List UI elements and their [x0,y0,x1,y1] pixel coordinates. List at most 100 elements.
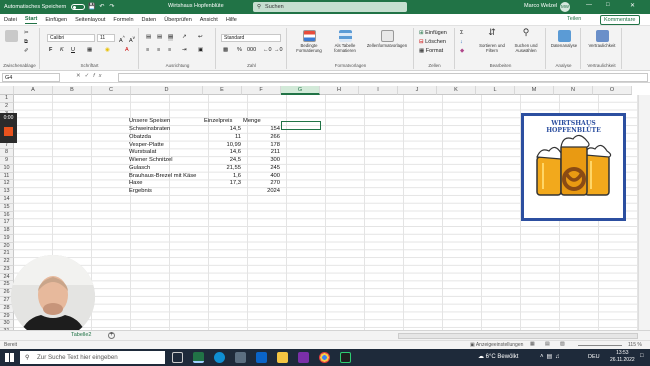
row-header-16[interactable]: 16 [0,211,14,220]
tab-1[interactable]: Start [24,16,38,24]
format-cells-button[interactable]: ▦ Format [419,48,443,55]
data-analysis-button[interactable]: Datenanalyse [548,30,580,48]
align-bottom-icon[interactable]: ▤ [168,34,174,41]
qty-cell[interactable]: 266 [242,134,280,142]
column-header-b[interactable]: B [53,86,92,95]
table-header-qty[interactable]: Menge [243,118,281,126]
row-header-12[interactable]: 12 [0,180,14,189]
currency-icon[interactable]: ▩ [223,47,228,54]
row-header-29[interactable]: 29 [0,312,14,321]
minimize-icon[interactable]: — [586,2,592,8]
tab-6[interactable]: Überprüfen [164,17,192,23]
thousands-icon[interactable]: 000 [247,47,256,54]
row-header-22[interactable]: 22 [0,258,14,266]
align-middle-icon[interactable]: ▤ [157,34,162,41]
price-cell[interactable]: 17,3 [203,180,241,188]
search-box[interactable]: ⚲ Suchen [253,2,407,12]
row-header-24[interactable]: 24 [0,273,14,282]
add-sheet-icon[interactable]: + [108,332,115,339]
sort-filter-button[interactable]: ⇵ Sortieren und Filtern [476,28,508,54]
insert-cells-button[interactable]: ⊞ Einfügen [419,30,447,37]
tab-8[interactable]: Hilfe [226,17,237,23]
chrome-app-icon[interactable] [319,352,330,363]
fx-icon[interactable]: ✕✓fx [76,73,106,79]
close-icon[interactable]: ✕ [630,2,635,9]
name-box[interactable]: G4 [2,73,60,82]
font-name-select[interactable]: Calibri [47,34,95,42]
column-header-f[interactable]: F [242,86,281,95]
paste-button[interactable] [4,30,18,43]
font-size-select[interactable]: 11 [97,34,115,42]
decrease-decimal-icon[interactable]: →0 [274,47,283,54]
row-header-17[interactable]: 17 [0,219,14,228]
row-header-20[interactable]: 20 [0,242,14,251]
row-header-15[interactable]: 15 [0,203,14,212]
dish-name-cell[interactable]: Obatzda [129,134,203,142]
row-header-8[interactable]: 8 [0,149,14,158]
align-right-icon[interactable]: ≡ [168,47,171,54]
redo-icon[interactable]: ↷ [108,4,115,11]
avatar[interactable]: MW [560,2,570,12]
active-cell-g4[interactable] [281,121,321,130]
row-header-21[interactable]: 21 [0,250,14,259]
fill-color-icon[interactable]: ◉ [105,47,110,54]
app-icon-3[interactable] [235,352,246,363]
taskbar-search[interactable]: ⚲ Zur Suche Text hier eingeben [20,351,165,364]
comments-button[interactable]: Kommentare [600,15,640,25]
tab-2[interactable]: Einfügen [45,17,67,23]
percent-icon[interactable]: % [237,47,242,54]
format-as-table-button[interactable]: Als Tabelle formatieren [330,30,360,53]
price-cell[interactable]: 24,5 [203,157,241,165]
share-button[interactable]: Teilen [567,16,581,22]
row-header-1[interactable]: 1 [0,95,14,103]
wrap-text-icon[interactable]: ↩ [198,34,203,41]
dish-name-cell[interactable]: Wurstsalat [129,149,203,157]
shrink-font-icon[interactable]: Av [129,34,135,45]
column-header-n[interactable]: N [554,86,593,95]
row-header-10[interactable]: 10 [0,164,14,173]
vertical-scrollbar[interactable] [638,95,650,330]
display-settings-button[interactable]: ▣ Anzeigeeinstellungen [470,342,523,348]
dish-name-cell[interactable]: Vesper-Platte [129,142,203,150]
tray-icons[interactable]: ˄▤♫ [540,353,563,360]
dish-name-cell[interactable]: Brauhaus-Brezel mit Käse [129,173,203,181]
column-header-h[interactable]: H [320,86,359,95]
border-icon[interactable]: ▦ [87,47,92,54]
zoom-level[interactable]: 115 % [628,342,642,348]
align-top-icon[interactable]: ▤ [146,34,151,41]
column-header-l[interactable]: L [476,86,515,95]
onenote-app-icon[interactable] [298,352,309,363]
column-header-a[interactable]: A [14,86,53,95]
dish-name-cell[interactable]: Gulasch [129,165,203,173]
qty-cell[interactable]: 270 [242,180,280,188]
column-header-m[interactable]: M [515,86,554,95]
notifications-icon[interactable]: □ [640,353,644,359]
row-header-18[interactable]: 18 [0,227,14,235]
row-header-30[interactable]: 30 [0,320,14,329]
row-header-23[interactable]: 23 [0,265,14,274]
cut-icon[interactable]: ✂ [24,30,29,37]
price-cell[interactable]: 14,5 [203,126,241,134]
column-header-k[interactable]: K [437,86,476,95]
row-header-19[interactable]: 19 [0,234,14,243]
underline-icon[interactable]: U [71,47,75,54]
normal-view-icon[interactable]: ▦ [530,341,535,347]
tab-4[interactable]: Formeln [113,17,133,23]
outlook-app-icon[interactable] [256,352,267,363]
horizontal-scrollbar[interactable] [398,333,638,339]
align-center-icon[interactable]: ≡ [157,47,160,54]
zoom-slider[interactable] [578,345,622,346]
column-header-c[interactable]: C [92,86,131,95]
edge-app-icon[interactable] [214,352,225,363]
merge-icon[interactable]: ▣ [198,47,203,54]
total-qty-cell[interactable]: 2024 [242,188,280,196]
page-layout-icon[interactable]: ▤ [545,341,550,347]
task-view-icon[interactable] [172,352,183,363]
price-cell[interactable]: 11 [203,134,241,142]
dish-name-cell[interactable]: Wiener Schnitzel [129,157,203,165]
restaurant-logo[interactable]: WIRTSHAUS HOPFENBLÜTE [521,113,626,221]
price-cell[interactable]: 10,99 [203,142,241,150]
autosum-icon[interactable]: Σ [460,30,463,37]
qty-cell[interactable]: 178 [242,142,280,150]
file-explorer-icon[interactable] [277,352,288,363]
